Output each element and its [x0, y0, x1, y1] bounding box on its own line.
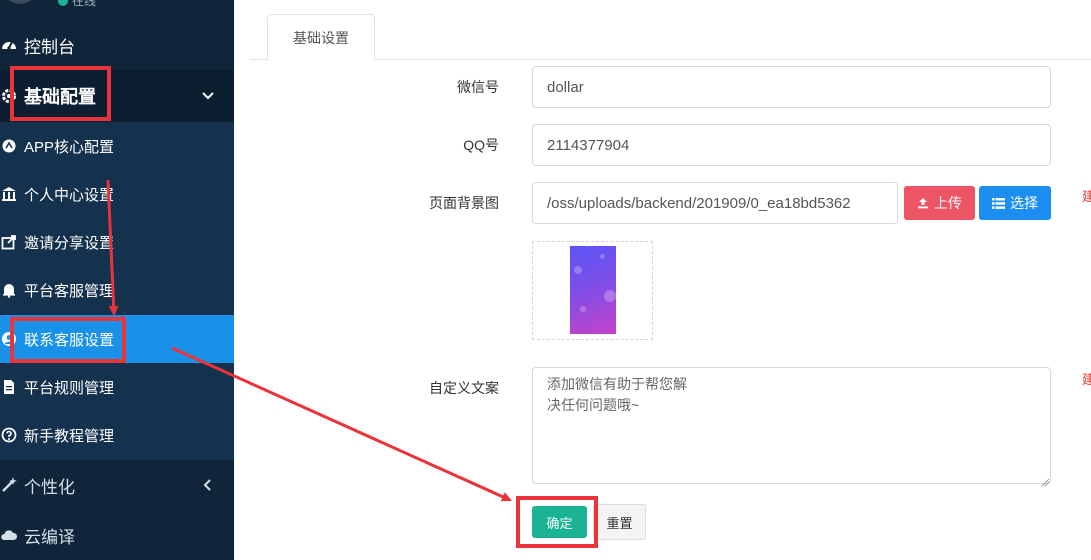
sidebar-item-label: 邀请分享设置 — [24, 234, 115, 252]
custom-text-label: 自定义文案 — [429, 380, 499, 396]
list-icon — [992, 197, 1005, 209]
tab-basic-settings[interactable]: 基础设置 — [267, 14, 375, 61]
avatar[interactable] — [2, 0, 38, 4]
sidebar-item-label: APP核心配置 — [24, 138, 115, 156]
submenu-basic-config: APP核心配置 个人中心设置 邀请分享设置 平台客服管理 联系客服设置 平台规则… — [0, 122, 234, 460]
bell-icon — [0, 281, 18, 299]
question-icon — [0, 426, 18, 444]
qq-label: QQ号 — [463, 137, 499, 153]
sidebar-item-platform-cs[interactable]: 平台客服管理 — [0, 266, 234, 314]
background-image-label: 页面背景图 — [429, 195, 499, 211]
user-panel: 在线 — [0, 0, 234, 12]
chevron-down-icon — [200, 88, 216, 104]
dashboard-icon — [0, 36, 18, 54]
sidebar-item-label: 平台客服管理 — [24, 282, 115, 300]
sidebar-item-invite-share[interactable]: 邀请分享设置 — [0, 218, 234, 266]
sidebar-item-platform-rules[interactable]: 平台规则管理 — [0, 363, 234, 411]
select-button[interactable]: 选择 — [979, 186, 1051, 220]
sidebar-item-label: 个人中心设置 — [24, 186, 115, 204]
select-button-label: 选择 — [1010, 195, 1038, 211]
background-image-path-field[interactable]: /oss/uploads/backend/201909/0_ea18bd5362 — [532, 182, 898, 224]
annotation-box — [516, 496, 598, 548]
share-icon — [0, 233, 18, 251]
sidebar-item-label: 云编译 — [24, 527, 75, 547]
annotation-box — [10, 66, 111, 121]
main-content: 基础设置 微信号 dollar QQ号 2114377904 页面背景图 /os… — [234, 0, 1091, 560]
field-hint: 建 — [1082, 189, 1091, 204]
sidebar-item-cloud-compile[interactable]: 云编译 — [0, 510, 234, 560]
resize-handle-icon[interactable] — [1041, 474, 1050, 487]
online-status-text: 在线 — [72, 0, 97, 8]
reset-button[interactable]: 重置 — [593, 504, 646, 540]
online-status-icon — [58, 0, 68, 6]
custom-text-field[interactable]: 添加微信有助于帮您解 决任何问题哦~ — [532, 367, 1051, 484]
annotation-box — [10, 317, 126, 363]
wechat-label: 微信号 — [457, 79, 499, 95]
cloud-icon — [0, 526, 18, 544]
upload-button[interactable]: 上传 — [904, 186, 975, 220]
chevron-left-icon — [200, 477, 216, 493]
sidebar-item-label: 平台规则管理 — [24, 379, 115, 397]
field-hint: 建 — [1082, 372, 1091, 387]
sidebar-item-personalize[interactable]: 个性化 — [0, 460, 234, 510]
sidebar-item-tutorial[interactable]: 新手教程管理 — [0, 411, 234, 459]
file-icon — [0, 378, 18, 396]
app-icon — [0, 137, 18, 155]
background-image-preview[interactable] — [532, 241, 653, 340]
upload-icon — [918, 198, 928, 209]
sidebar-item-label: 个性化 — [24, 477, 75, 497]
wechat-field[interactable]: dollar — [532, 66, 1051, 108]
tab-bar: 基础设置 — [250, 0, 1091, 61]
sidebar-item-dashboard[interactable]: 控制台 — [0, 20, 234, 70]
magic-wand-icon — [0, 476, 18, 494]
sidebar-item-app-core[interactable]: APP核心配置 — [0, 122, 234, 170]
bank-icon — [0, 185, 18, 203]
preview-thumbnail — [570, 246, 616, 334]
qq-field[interactable]: 2114377904 — [532, 124, 1051, 166]
sidebar-item-personal-center[interactable]: 个人中心设置 — [0, 170, 234, 218]
sidebar-item-label: 新手教程管理 — [24, 427, 115, 445]
upload-button-label: 上传 — [934, 195, 962, 211]
sidebar-item-label: 控制台 — [24, 37, 75, 57]
